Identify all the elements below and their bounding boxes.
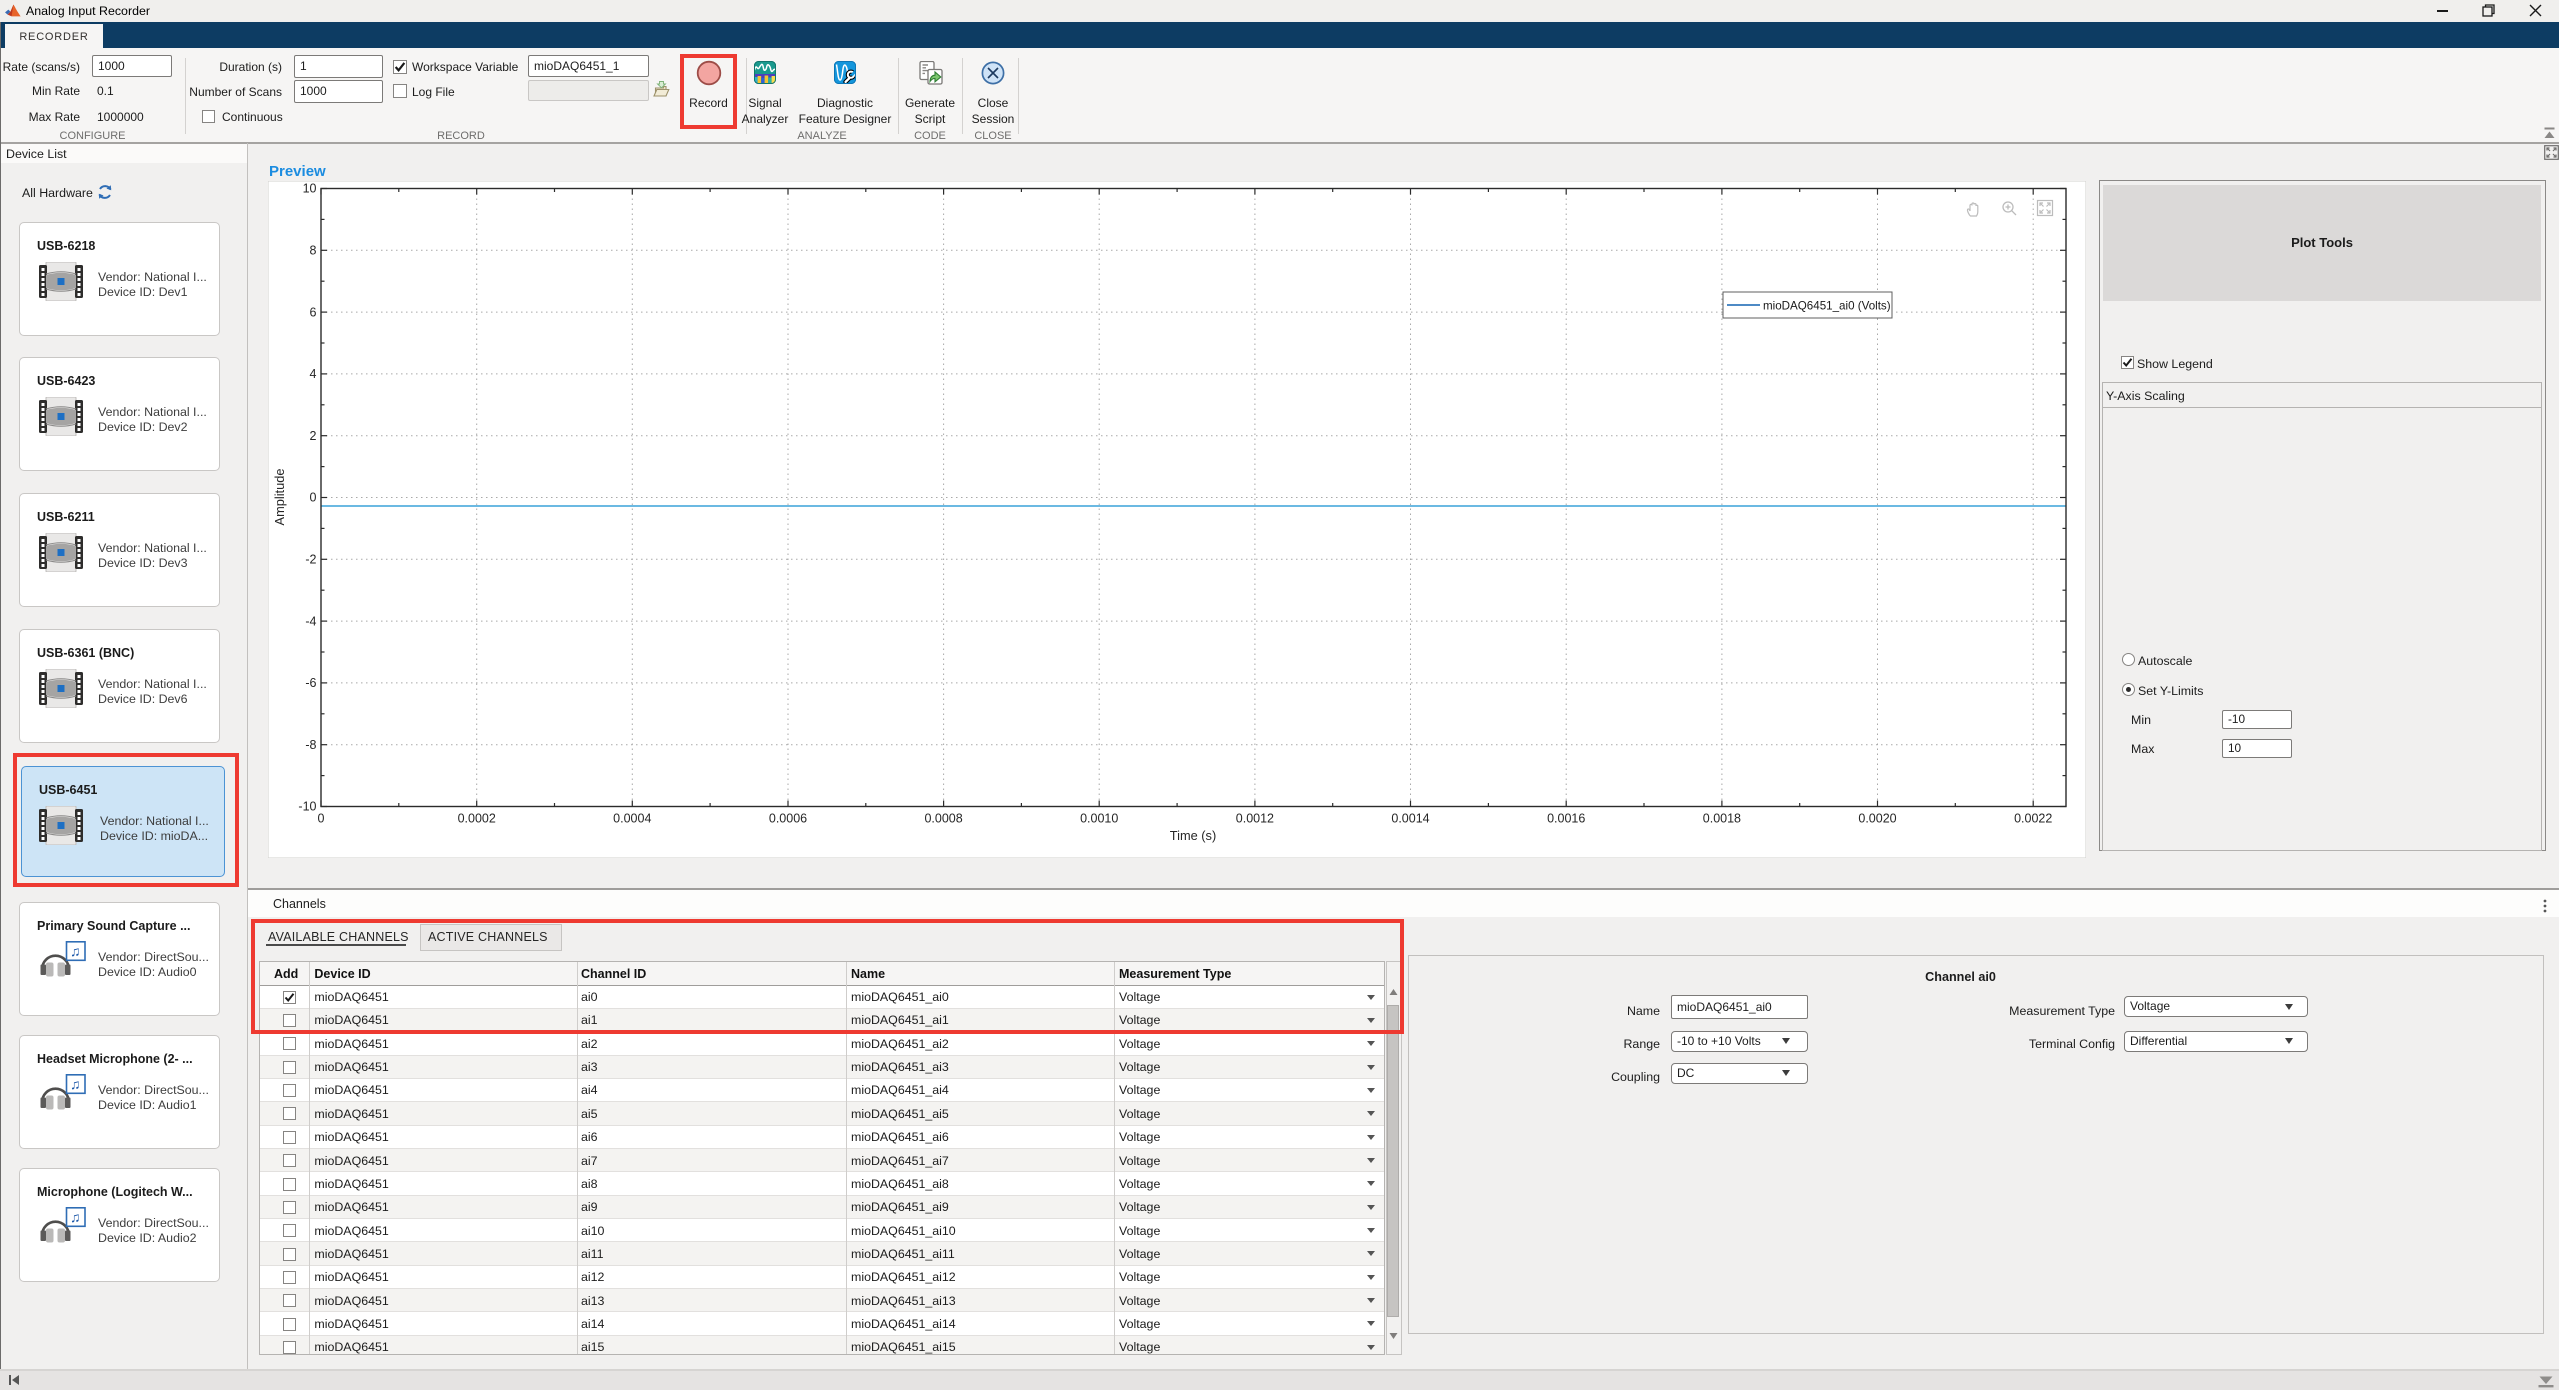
svg-text:mioDAQ6451_ai0 (Volts): mioDAQ6451_ai0 (Volts) (1763, 300, 1891, 313)
svg-text:-10: -10 (298, 800, 316, 814)
svg-text:♫: ♫ (70, 943, 81, 959)
svg-text:Time (s): Time (s) (1170, 828, 1216, 843)
svg-text:0.0014: 0.0014 (1391, 812, 1429, 826)
svg-text:-4: -4 (305, 614, 316, 628)
svg-text:0.0016: 0.0016 (1547, 812, 1585, 826)
svg-text:0.0018: 0.0018 (1703, 812, 1741, 826)
svg-text:-2: -2 (305, 553, 316, 567)
svg-text:♫: ♫ (70, 1076, 81, 1092)
svg-text:0.0010: 0.0010 (1080, 812, 1118, 826)
svg-text:6: 6 (310, 305, 317, 319)
svg-text:Amplitude: Amplitude (272, 469, 287, 526)
svg-text:-8: -8 (305, 738, 316, 752)
svg-text:8: 8 (310, 244, 317, 258)
svg-text:0.0022: 0.0022 (2014, 812, 2052, 826)
svg-text:2: 2 (310, 429, 317, 443)
svg-text:♫: ♫ (70, 1209, 81, 1225)
svg-text:-6: -6 (305, 676, 316, 690)
svg-text:10: 10 (303, 182, 317, 196)
svg-text:0.0004: 0.0004 (613, 812, 651, 826)
svg-text:0.0002: 0.0002 (458, 812, 496, 826)
svg-text:0: 0 (310, 491, 317, 505)
svg-text:4: 4 (310, 367, 317, 381)
svg-text:0.0008: 0.0008 (924, 812, 962, 826)
svg-text:0: 0 (318, 812, 325, 826)
svg-text:0.0020: 0.0020 (1858, 812, 1896, 826)
svg-text:0.0006: 0.0006 (769, 812, 807, 826)
svg-text:0.0012: 0.0012 (1236, 812, 1274, 826)
